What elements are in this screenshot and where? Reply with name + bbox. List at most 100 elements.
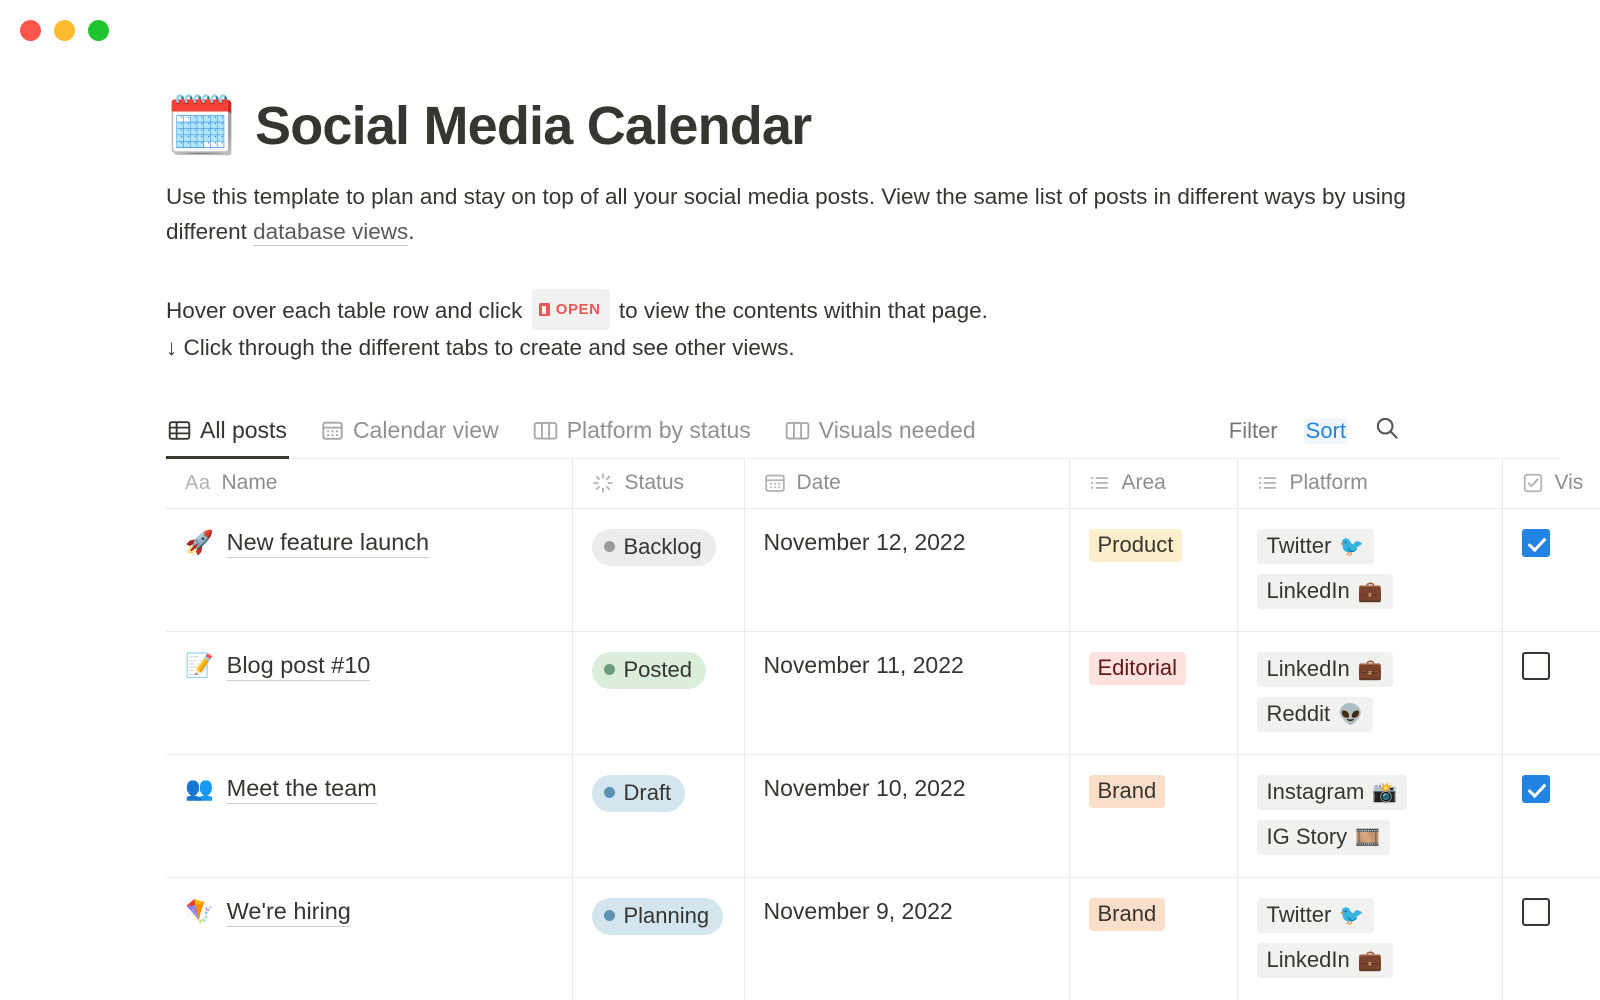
row-emoji: 📝 bbox=[185, 652, 214, 679]
column-header-name[interactable]: Aa Name bbox=[166, 459, 573, 509]
intro-paragraph: Use this template to plan and stay on to… bbox=[166, 179, 1416, 249]
page-title: Social Media Calendar bbox=[254, 96, 812, 156]
table-row[interactable]: 🚀 New feature launch Backlog November 12… bbox=[166, 508, 1600, 632]
window-maximize-button[interactable] bbox=[88, 19, 109, 41]
row-emoji: 🪁 bbox=[185, 898, 214, 925]
checkbox-icon bbox=[1522, 472, 1544, 494]
cell-area[interactable]: Brand bbox=[1069, 877, 1238, 1000]
status-label: Posted bbox=[623, 656, 693, 682]
cell-name[interactable]: 🚀 New feature launch bbox=[166, 508, 573, 632]
cell-name[interactable]: 👥 Meet the team bbox=[166, 754, 573, 878]
text-aa-icon: Aa bbox=[185, 471, 211, 494]
table-row[interactable]: 👥 Meet the team Draft November 10, 2022 … bbox=[166, 754, 1600, 878]
platform-label: Reddit bbox=[1266, 700, 1331, 726]
tab-platform-by-status[interactable]: Platform by status bbox=[531, 413, 753, 459]
row-title-link[interactable]: We're hiring bbox=[226, 898, 351, 927]
cell-visuals[interactable] bbox=[1502, 631, 1600, 755]
row-emoji: 👥 bbox=[185, 775, 214, 802]
window-minimize-button[interactable] bbox=[54, 19, 75, 41]
cell-date[interactable]: November 12, 2022 bbox=[744, 508, 1070, 632]
page-doc-icon bbox=[538, 303, 550, 316]
twitter-bird-icon: 🐦 bbox=[1339, 533, 1365, 558]
column-header-area[interactable]: Area bbox=[1069, 459, 1238, 509]
column-header-visuals[interactable]: Vis bbox=[1502, 459, 1600, 509]
view-tools: Filter Sort bbox=[1229, 415, 1400, 458]
platform-tag: Instagram 📸 bbox=[1256, 774, 1408, 810]
cell-visuals[interactable] bbox=[1502, 754, 1600, 878]
cell-name[interactable]: 📝 Blog post #10 bbox=[166, 631, 573, 755]
tab-all-posts[interactable]: All posts bbox=[166, 413, 289, 459]
row-title-link[interactable]: Meet the team bbox=[226, 775, 377, 804]
cell-name[interactable]: 🪁 We're hiring bbox=[166, 877, 573, 1000]
open-badge-label: OPEN bbox=[555, 301, 601, 318]
status-badge: Posted bbox=[591, 651, 706, 689]
date-value: November 9, 2022 bbox=[763, 897, 953, 924]
instruction-text-b: to view the contents within that page. bbox=[618, 298, 988, 323]
visuals-checkbox[interactable] bbox=[1521, 897, 1550, 926]
column-header-status[interactable]: Status bbox=[572, 459, 745, 509]
calendar-icon bbox=[321, 419, 344, 442]
cell-visuals[interactable] bbox=[1502, 508, 1600, 632]
film-frames-icon: 🎞️ bbox=[1355, 824, 1381, 849]
column-label: Date bbox=[796, 471, 841, 495]
table-row[interactable]: 🪁 We're hiring Planning November 9, 2022… bbox=[166, 877, 1600, 1000]
cell-area[interactable]: Product bbox=[1069, 508, 1238, 632]
platform-label: LinkedIn bbox=[1266, 655, 1350, 681]
posts-table: Aa Name Status Date Area Platform Vis 🚀 … bbox=[166, 459, 1600, 1000]
cell-platform[interactable]: Instagram 📸 IG Story 🎞️ bbox=[1237, 754, 1503, 878]
cell-status[interactable]: Planning bbox=[572, 877, 745, 1000]
platform-label: Instagram bbox=[1266, 778, 1365, 804]
cell-status[interactable]: Posted bbox=[572, 631, 745, 755]
cell-visuals[interactable] bbox=[1502, 877, 1600, 1000]
platform-tag: Reddit 👽 bbox=[1256, 696, 1373, 732]
platform-tag: Twitter 🐦 bbox=[1256, 897, 1375, 933]
search-icon[interactable] bbox=[1374, 415, 1400, 446]
row-title-link[interactable]: Blog post #10 bbox=[226, 652, 371, 681]
column-header-platform[interactable]: Platform bbox=[1237, 459, 1503, 509]
area-tag: Brand bbox=[1088, 897, 1166, 931]
cell-platform[interactable]: Twitter 🐦 LinkedIn 💼 bbox=[1237, 877, 1503, 1000]
filter-button[interactable]: Filter bbox=[1229, 418, 1278, 444]
status-badge: Draft bbox=[591, 774, 686, 812]
cell-date[interactable]: November 9, 2022 bbox=[744, 877, 1070, 1000]
cell-area[interactable]: Brand bbox=[1069, 754, 1238, 878]
status-label: Backlog bbox=[623, 533, 702, 559]
date-value: November 10, 2022 bbox=[763, 774, 966, 801]
camera-icon: 📸 bbox=[1372, 779, 1398, 804]
visuals-checkbox[interactable] bbox=[1521, 774, 1550, 803]
area-tag: Editorial bbox=[1088, 651, 1186, 685]
area-tag: Product bbox=[1088, 528, 1183, 562]
visuals-checkbox[interactable] bbox=[1521, 528, 1550, 557]
open-badge[interactable]: OPEN bbox=[531, 289, 610, 330]
table-row[interactable]: 📝 Blog post #10 Posted November 11, 2022… bbox=[166, 631, 1600, 755]
column-header-date[interactable]: Date bbox=[744, 459, 1070, 509]
cell-platform[interactable]: Twitter 🐦 LinkedIn 💼 bbox=[1237, 508, 1503, 632]
platform-label: IG Story bbox=[1266, 823, 1348, 849]
sort-button[interactable]: Sort bbox=[1303, 417, 1348, 444]
visuals-checkbox[interactable] bbox=[1521, 651, 1550, 680]
cell-area[interactable]: Editorial bbox=[1069, 631, 1238, 755]
cell-status[interactable]: Draft bbox=[572, 754, 745, 878]
window-close-button[interactable] bbox=[20, 19, 41, 41]
platform-label: LinkedIn bbox=[1266, 577, 1350, 603]
cell-platform[interactable]: LinkedIn 💼 Reddit 👽 bbox=[1237, 631, 1503, 755]
platform-label: Twitter bbox=[1266, 532, 1332, 558]
database-views-link[interactable]: database views bbox=[253, 219, 409, 246]
platform-tag: LinkedIn 💼 bbox=[1256, 573, 1393, 609]
twitter-bird-icon: 🐦 bbox=[1339, 902, 1365, 927]
row-title-link[interactable]: New feature launch bbox=[226, 529, 430, 558]
calendar-icon bbox=[764, 472, 786, 494]
tab-calendar-view[interactable]: Calendar view bbox=[319, 413, 501, 459]
status-dot-icon bbox=[603, 787, 615, 798]
status-dot-icon bbox=[603, 664, 615, 675]
tab-label: Calendar view bbox=[352, 417, 499, 443]
status-spinner-icon bbox=[592, 472, 614, 494]
area-tag: Brand bbox=[1088, 774, 1166, 808]
tab-visuals-needed[interactable]: Visuals needed bbox=[783, 413, 978, 459]
cell-date[interactable]: November 11, 2022 bbox=[744, 631, 1070, 755]
cell-status[interactable]: Backlog bbox=[572, 508, 745, 632]
multiselect-list-icon bbox=[1089, 472, 1111, 494]
cell-date[interactable]: November 10, 2022 bbox=[744, 754, 1070, 878]
intro-text-3: . bbox=[408, 219, 415, 244]
board-icon bbox=[533, 419, 558, 442]
